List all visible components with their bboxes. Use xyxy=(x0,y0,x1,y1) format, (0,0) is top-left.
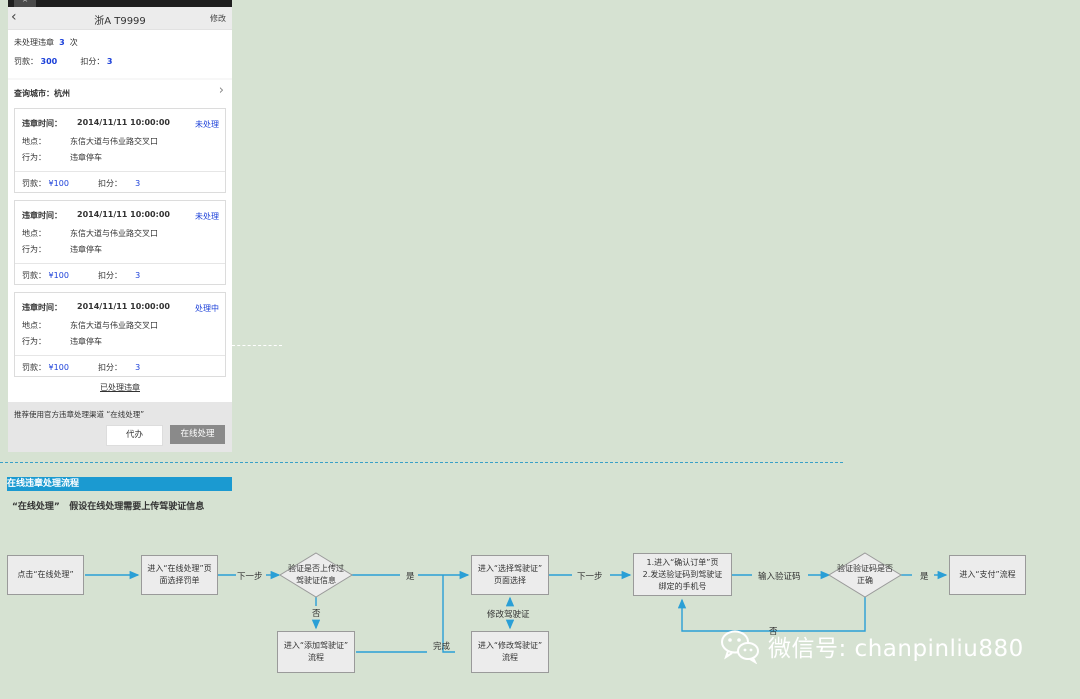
node-label: 2.发送验证码到驾驶证 xyxy=(642,569,723,579)
edge-label-next: 下一步 xyxy=(237,572,263,582)
node-uploaded-check-label: 验证是否上传过 驾驶证信息 xyxy=(278,563,354,587)
edge-label-modify-license: 修改驾驶证 xyxy=(487,610,530,620)
node-pay: 进入“支付”流程 xyxy=(949,555,1026,595)
edge-label-no: 否 xyxy=(312,609,321,619)
node-label: 正确 xyxy=(857,576,873,585)
node-label: 面选择罚单 xyxy=(159,576,200,585)
node-label: 验证验证码是否 xyxy=(837,564,893,573)
node-click-online: 点击“在线处理” xyxy=(7,555,84,595)
node-confirm-order: 1.进入“确认订单”页 2.发送验证码到驾驶证 绑定的手机号 xyxy=(633,553,732,596)
node-label: 验证是否上传过 xyxy=(288,564,344,573)
node-modify-license: 进入“修改驾驶证” 流程 xyxy=(471,631,549,673)
watermark-text: 微信号: chanpinliu880 xyxy=(768,636,1024,662)
node-label: 页面选择 xyxy=(494,576,526,585)
edge-label-yes: 是 xyxy=(406,572,415,582)
edge-label-enter-code: 输入验证码 xyxy=(758,572,801,582)
node-label: 进入“在线处理”页 xyxy=(147,564,212,573)
node-add-license: 进入“添加驾驶证” 流程 xyxy=(277,631,355,673)
node-label: 流程 xyxy=(502,653,518,662)
edge-label-yes: 是 xyxy=(920,572,929,582)
node-code-check-label: 验证验证码是否 正确 xyxy=(827,563,903,587)
wechat-logo-icon xyxy=(721,630,759,664)
edge-label-next: 下一步 xyxy=(577,572,603,582)
wechat-watermark: 微信号: chanpinliu880 xyxy=(720,628,1024,664)
node-label: 1.进入“确认订单”页 xyxy=(646,557,719,567)
node-select-license: 进入“选择驾驶证” 页面选择 xyxy=(471,555,549,595)
edge-label-done: 完成 xyxy=(433,642,451,652)
node-label: 流程 xyxy=(308,653,324,662)
node-label: 点击“在线处理” xyxy=(17,570,74,579)
node-enter-online-page: 进入“在线处理”页 面选择罚单 xyxy=(141,555,218,595)
node-label: 进入“选择驾驶证” xyxy=(477,564,543,573)
node-label: 绑定的手机号 xyxy=(658,581,707,591)
node-label: 驾驶证信息 xyxy=(296,576,336,585)
node-label: 进入“支付”流程 xyxy=(959,570,1016,579)
node-label: 进入“修改驾驶证” xyxy=(477,641,543,650)
node-label: 进入“添加驾驶证” xyxy=(283,641,349,650)
